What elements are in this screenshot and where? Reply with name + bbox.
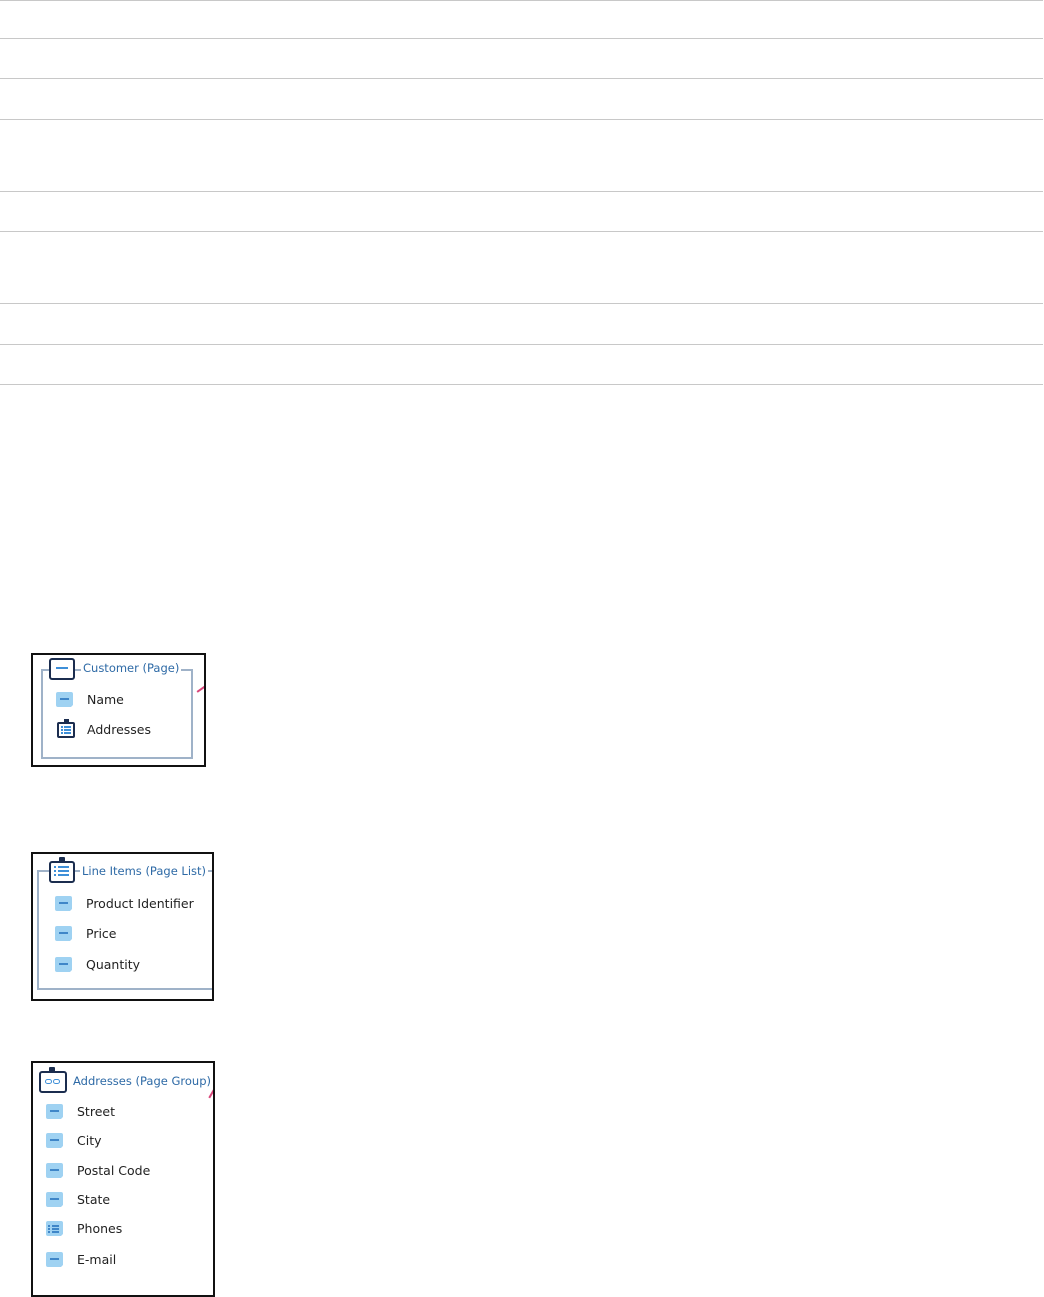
customer-page-card: Customer (Page) Name Addresses (31, 653, 206, 767)
list-item-label: Postal Code (77, 1163, 151, 1178)
card-title: Customer (Page) (81, 661, 182, 675)
list-item-label: Addresses (87, 722, 151, 737)
property-icon (46, 1104, 64, 1120)
list-item-label: E-mail (77, 1252, 117, 1267)
property-icon (46, 1252, 64, 1268)
divider-line (0, 0, 1043, 1)
page-list-icon (49, 857, 75, 883)
property-icon (55, 896, 73, 912)
page-icon (49, 658, 75, 680)
property-icon (55, 926, 73, 942)
list-item-label: City (77, 1133, 102, 1148)
addresses-page-group-card: Addresses (Page Group) Street City Posta… (31, 1061, 215, 1297)
card-title: Line Items (Page List) (80, 864, 209, 878)
connector-line (196, 684, 204, 693)
list-item-label: Phones (77, 1221, 123, 1236)
line-items-page-list-card: Line Items (Page List) Product Identifie… (31, 852, 214, 1001)
connector-line (208, 1088, 213, 1099)
divider-line (0, 231, 1043, 232)
property-icon (46, 1192, 64, 1208)
property-icon (56, 692, 74, 708)
property-icon (46, 1163, 64, 1179)
list-item-label: Product Identifier (86, 896, 194, 911)
divider-line (0, 303, 1043, 304)
card-title: Addresses (Page Group) (71, 1074, 213, 1088)
property-icon (55, 957, 73, 973)
divider-line (0, 384, 1043, 385)
value-list-icon (46, 1221, 64, 1237)
page-frame (41, 669, 193, 759)
list-item-label: Name (87, 692, 124, 707)
divider-line (0, 38, 1043, 39)
list-item-label: Street (77, 1104, 115, 1119)
divider-line (0, 119, 1043, 120)
list-item-label: State (77, 1192, 111, 1207)
page-list-icon (57, 719, 75, 738)
divider-line (0, 78, 1043, 79)
property-icon (46, 1133, 64, 1149)
list-item-label: Price (86, 926, 117, 941)
divider-line (0, 191, 1043, 192)
list-item-label: Quantity (86, 957, 141, 972)
divider-line (0, 344, 1043, 345)
page-group-icon (39, 1067, 67, 1093)
